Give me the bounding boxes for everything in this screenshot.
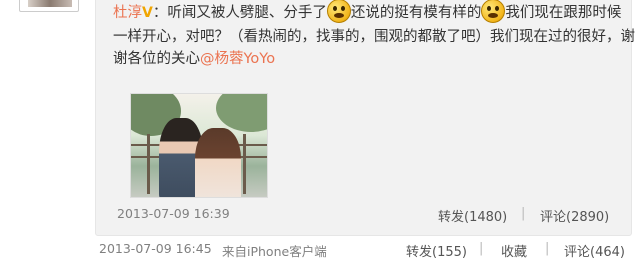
retweet-timestamp[interactable]: 2013-07-09 16:39 (117, 206, 230, 221)
post-comment-link[interactable]: 评论(464) (564, 241, 625, 260)
retweet-text-line1: 杜淳V：听闻又被人劈腿、分手了 还说的挺有模有样的 我们现在跟那时候 (113, 0, 621, 23)
retweet-repost-link[interactable]: 转发(1480) (438, 206, 507, 225)
author-name-link[interactable]: 杜淳 (113, 5, 142, 21)
post-timestamp[interactable]: 2013-07-09 16:45 (99, 241, 212, 256)
retweet-text-line2: 一样开心，对吧？（看热闹的，找事的，围观的都散了吧）我们现在过的很好，谢 (113, 29, 635, 45)
post-favorite-link[interactable]: 收藏 (501, 241, 527, 260)
photo-person (195, 128, 241, 197)
text-segment: 还说的挺有模有样的 (350, 5, 482, 21)
retweet-text-line3: 谢各位的关心@杨蓉YoYo (113, 50, 275, 68)
text-segment: 谢各位的关心 (113, 51, 200, 67)
post-source[interactable]: 来自iPhone客户端 (222, 241, 327, 260)
separator: | (479, 241, 484, 256)
verified-v-icon: V (142, 5, 153, 21)
retweet-comment-link[interactable]: 评论(2890) (540, 206, 609, 225)
text-segment: ：听闻又被人劈腿、分手了 (152, 5, 327, 21)
photo-foliage (216, 94, 267, 132)
separator: | (521, 206, 526, 221)
emoji-face-icon (326, 0, 351, 23)
avatar-image (28, 0, 72, 7)
post-repost-link[interactable]: 转发(155) (406, 241, 467, 260)
user-avatar[interactable] (19, 0, 79, 12)
retweet-photo[interactable] (130, 93, 268, 198)
photo-rail (243, 134, 246, 194)
text-segment: 我们现在跟那时候 (505, 5, 622, 21)
photo-rail (147, 134, 150, 194)
emoji-face-icon (481, 0, 506, 23)
separator: | (545, 241, 550, 256)
mention-link[interactable]: @杨蓉YoYo (200, 51, 275, 67)
